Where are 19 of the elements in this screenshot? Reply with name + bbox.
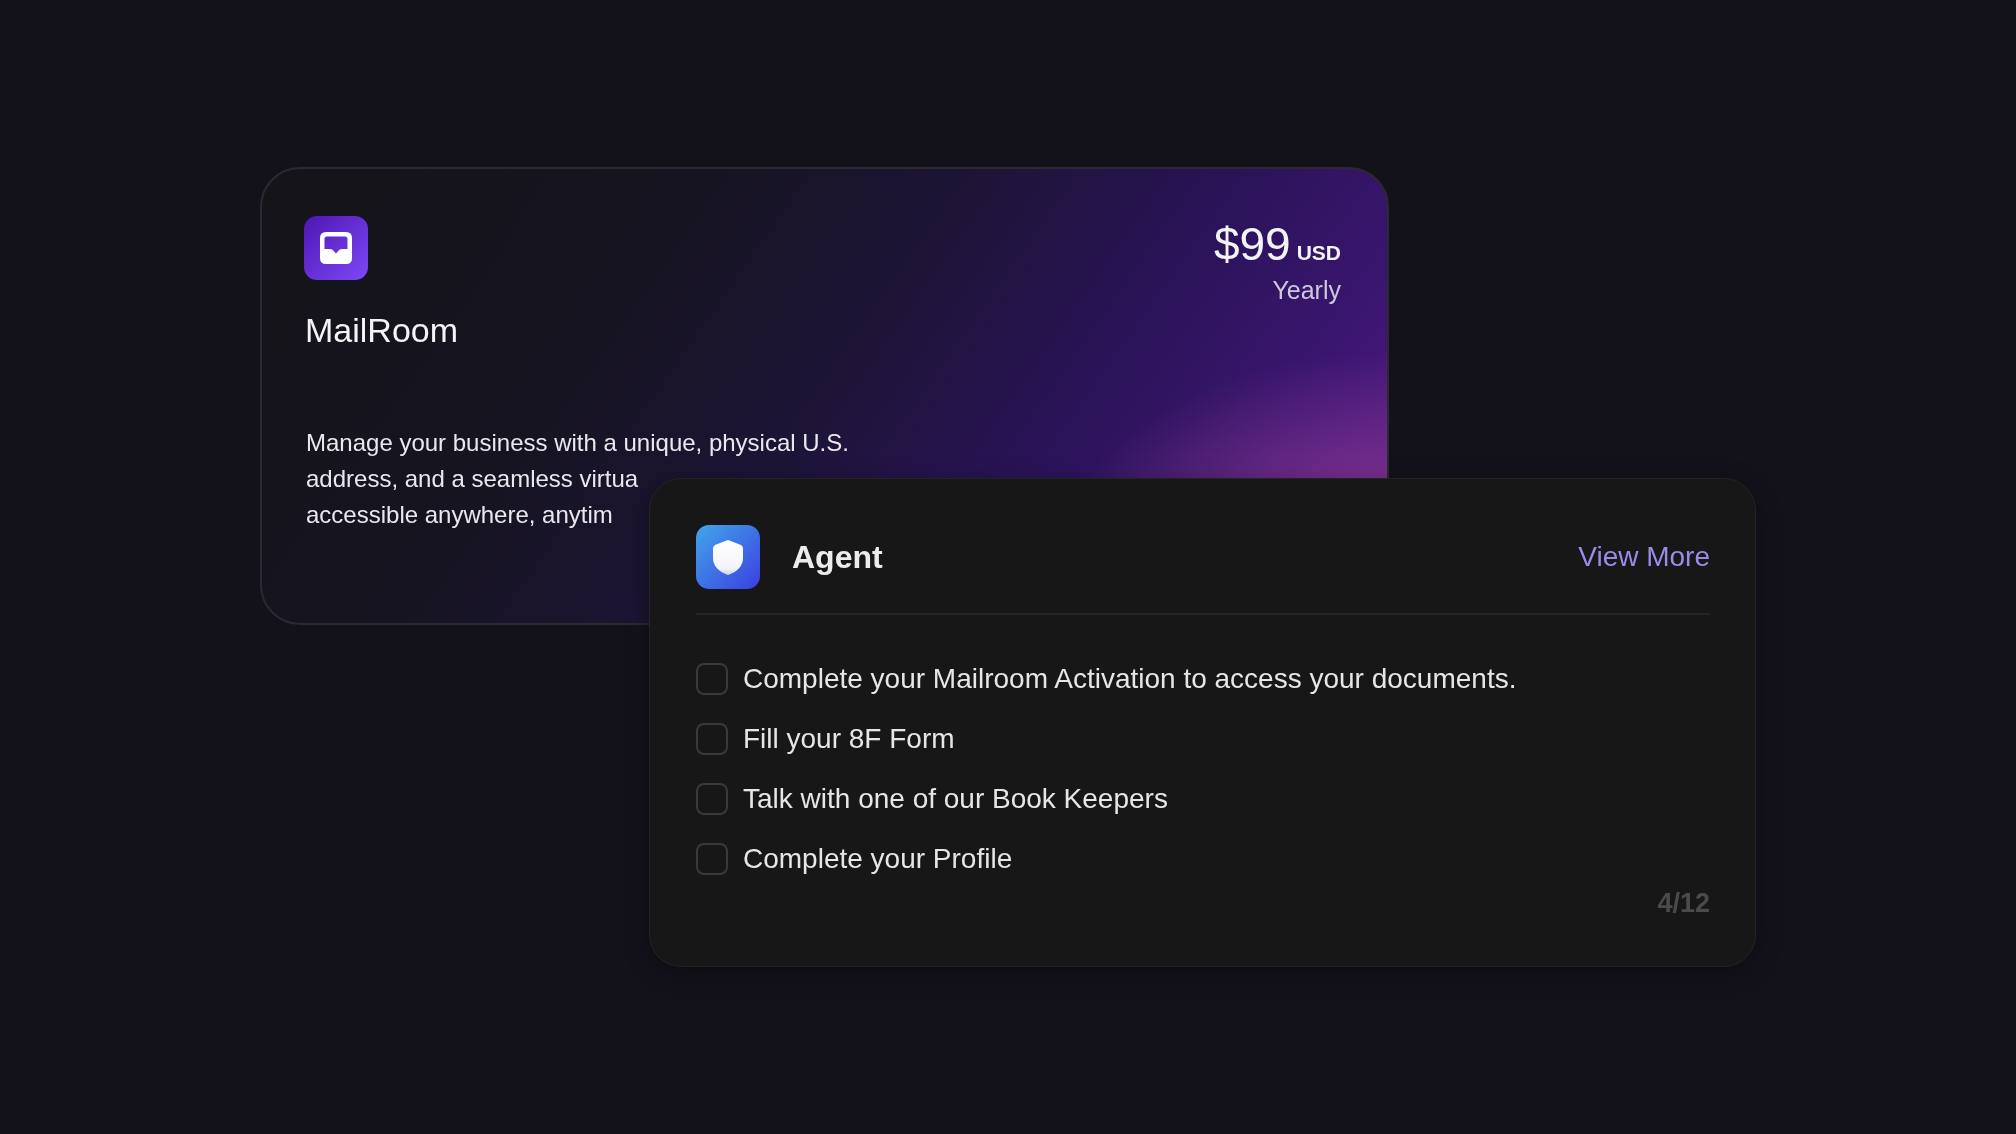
description-line: accessible anywhere, anytim [306, 500, 613, 530]
description-line: address, and a seamless virtua [306, 464, 639, 494]
inbox-tray-icon [304, 216, 368, 280]
checkbox[interactable] [696, 783, 728, 815]
checkbox[interactable] [696, 843, 728, 875]
view-more-link[interactable]: View More [1578, 541, 1710, 573]
price-amount: $99 [1213, 218, 1291, 270]
description-line: Manage your business with a unique, physical U.S. [306, 428, 849, 458]
task-label: Complete your Mailroom Activation to access your documents. [743, 663, 1517, 695]
checkbox[interactable] [696, 663, 728, 695]
price-currency: USD [1296, 240, 1341, 266]
checklist-title: Agent [792, 538, 883, 576]
shield-icon [696, 525, 760, 589]
product-title: MailRoom [305, 310, 459, 350]
checkbox[interactable] [696, 723, 728, 755]
billing-period: Yearly [1271, 275, 1341, 305]
task-label: Complete your Profile [743, 843, 1013, 875]
task-label: Fill your 8F Form [743, 723, 955, 755]
task-label: Talk with one of our Book Keepers [743, 783, 1168, 815]
